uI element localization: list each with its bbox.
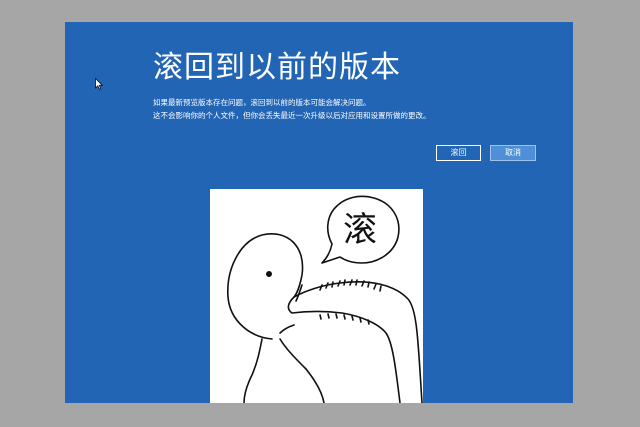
rollback-dialog: 滚回到以前的版本 如果最新预览版本存在问题，滚回到以前的版本可能会解决问题。 这… bbox=[65, 22, 573, 403]
description-line-1: 如果最新预览版本存在问题，滚回到以前的版本可能会解决问题。 bbox=[153, 98, 371, 107]
figure-head bbox=[227, 233, 304, 340]
bubble-text: 滚 bbox=[343, 210, 377, 250]
rollback-button[interactable]: 滚回 bbox=[436, 145, 481, 161]
page-title: 滚回到以前的版本 bbox=[153, 50, 401, 85]
cancel-button[interactable]: 取消 bbox=[490, 145, 536, 161]
description: 如果最新预览版本存在问题，滚回到以前的版本可能会解决问题。 这不会影响你的个人文… bbox=[153, 96, 431, 122]
figure-body bbox=[243, 338, 263, 403]
comic-illustration: 滚 bbox=[210, 189, 423, 403]
description-line-2: 这不会影响你的个人文件，但你会丢失最近一次升级以后对应用和设置所做的更改。 bbox=[153, 111, 431, 120]
stick-figure-drawing: 滚 bbox=[227, 195, 423, 403]
figure-nose bbox=[293, 280, 423, 403]
mouse-pointer-icon bbox=[95, 78, 103, 90]
